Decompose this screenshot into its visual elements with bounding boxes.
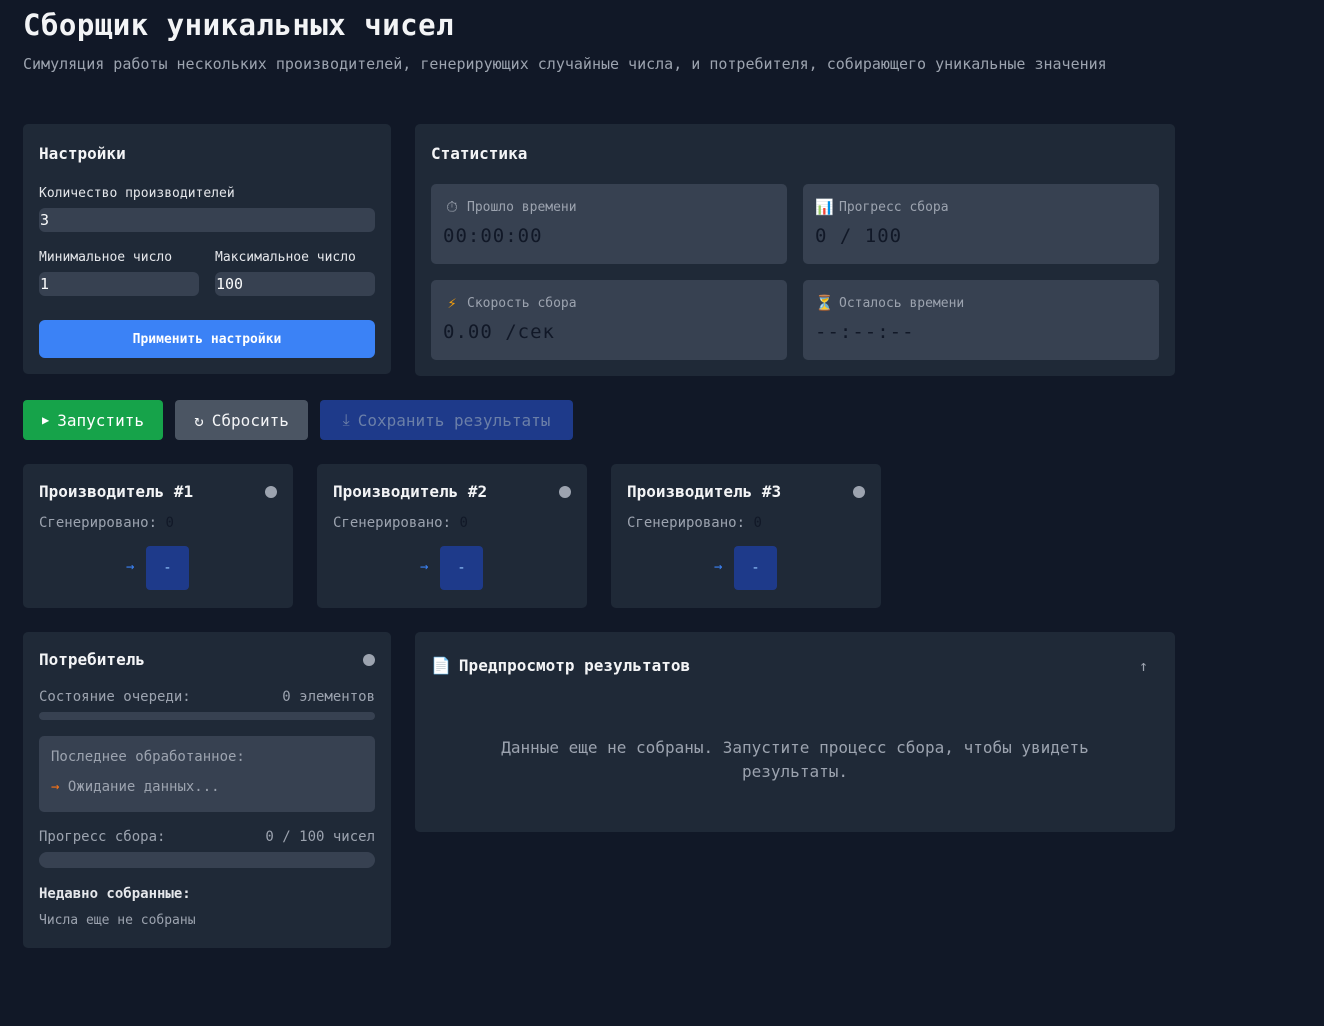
recent-label: Недавно собранные: <box>39 886 191 902</box>
queue-label: Состояние очереди: <box>39 689 191 705</box>
stat-progress-value: 0 / 100 <box>815 225 903 247</box>
preview-title: Предпросмотр результатов <box>458 656 691 675</box>
settings-title: Настройки <box>39 144 126 163</box>
reset-button-label: Сбросить <box>211 410 289 430</box>
producer-current-value-2: - <box>440 546 483 590</box>
producer-title-2: Производитель #2 <box>333 482 488 501</box>
preview-header: 📄 Предпросмотр результатов <box>431 656 690 675</box>
stat-speed-label: Скорость сбора <box>467 295 577 311</box>
producers-count-input[interactable] <box>39 208 375 232</box>
max-number-label: Максимальное число <box>215 250 356 265</box>
arrow-right-icon: → <box>420 559 429 575</box>
stat-speed-value: 0.00 /сек <box>443 321 555 343</box>
stopwatch-icon: ⏱ <box>446 198 458 216</box>
arrow-right-icon: → <box>126 559 135 575</box>
start-button[interactable]: ▶ Запустить <box>23 400 163 440</box>
stat-progress: 📊 Прогресс сбора 0 / 100 <box>803 184 1159 264</box>
consumer-progress-bar <box>39 852 375 868</box>
stat-speed: ⚡ Скорость сбора 0.00 /сек <box>431 280 787 360</box>
preview-empty-text: Данные еще не собраны. Запустите процесс… <box>501 738 1089 781</box>
producer-generated-3: Сгенерировано: 0 <box>627 515 762 531</box>
queue-value: 0 элементов <box>282 689 375 705</box>
last-processed-box <box>39 736 375 812</box>
min-number-label: Минимальное число <box>39 250 173 265</box>
producer-status-dot-1 <box>265 486 277 498</box>
consumer-title: Потребитель <box>39 650 145 669</box>
start-button-label: Запустить <box>57 410 144 430</box>
producer-title-3: Производитель #3 <box>627 482 782 501</box>
stat-remaining-value: --:--:-- <box>815 321 915 343</box>
producer-generated-2: Сгенерировано: 0 <box>333 515 468 531</box>
stats-title: Статистика <box>431 144 528 163</box>
page-title: Сборщик уникальных чисел <box>23 8 455 42</box>
arrow-right-icon: → <box>714 559 723 575</box>
min-number-input[interactable] <box>39 272 199 296</box>
producer-generated-1: Сгенерировано: 0 <box>39 515 174 531</box>
stat-remaining-label: Осталось времени <box>839 295 965 311</box>
save-results-button[interactable]: ⤓ Сохранить результаты <box>320 400 573 440</box>
producer-title-1: Производитель #1 <box>39 482 194 501</box>
recent-value: Числа еще не собраны <box>39 913 196 928</box>
save-button-label: Сохранить результаты <box>357 410 551 430</box>
chart-icon: 📊 <box>815 198 834 216</box>
apply-settings-button[interactable]: Применить настройки <box>39 320 375 358</box>
play-icon: ▶ <box>42 413 50 427</box>
page-subtitle: Симуляция работы нескольких производител… <box>23 55 1107 73</box>
producer-status-dot-3 <box>853 486 865 498</box>
consumer-progress-label: Прогресс сбора: <box>39 829 166 845</box>
last-processed-value: Ожидание данных... <box>67 779 220 795</box>
stat-elapsed-label: Прошло времени <box>467 199 577 215</box>
producers-count-label: Количество производителей <box>39 186 235 201</box>
max-number-input[interactable] <box>215 272 375 296</box>
stat-progress-label: Прогресс сбора <box>839 199 949 215</box>
download-icon: ⤓ <box>342 410 350 429</box>
stat-elapsed: ⏱ Прошло времени 00:00:00 <box>431 184 787 264</box>
producer-status-dot-2 <box>559 486 571 498</box>
last-processed-label: Последнее обработанное: <box>51 749 245 765</box>
arrow-right-icon: → <box>51 779 60 795</box>
queue-bar <box>39 712 375 720</box>
stat-remaining: ⏳ Осталось времени --:--:-- <box>803 280 1159 360</box>
stat-elapsed-value: 00:00:00 <box>443 225 543 247</box>
producer-current-value-1: - <box>146 546 189 590</box>
collapse-arrow-icon[interactable]: ↑ <box>1139 657 1148 675</box>
refresh-icon: ↻ <box>194 410 204 430</box>
producer-current-value-3: - <box>734 546 777 590</box>
document-icon: 📄 <box>431 656 451 675</box>
hourglass-icon: ⏳ <box>815 294 834 312</box>
reset-button[interactable]: ↻ Сбросить <box>175 400 308 440</box>
last-processed-row: → Ожидание данных... <box>51 779 220 795</box>
consumer-progress-value: 0 / 100 чисел <box>265 829 375 845</box>
lightning-icon: ⚡ <box>447 294 457 312</box>
consumer-status-dot <box>363 654 375 666</box>
